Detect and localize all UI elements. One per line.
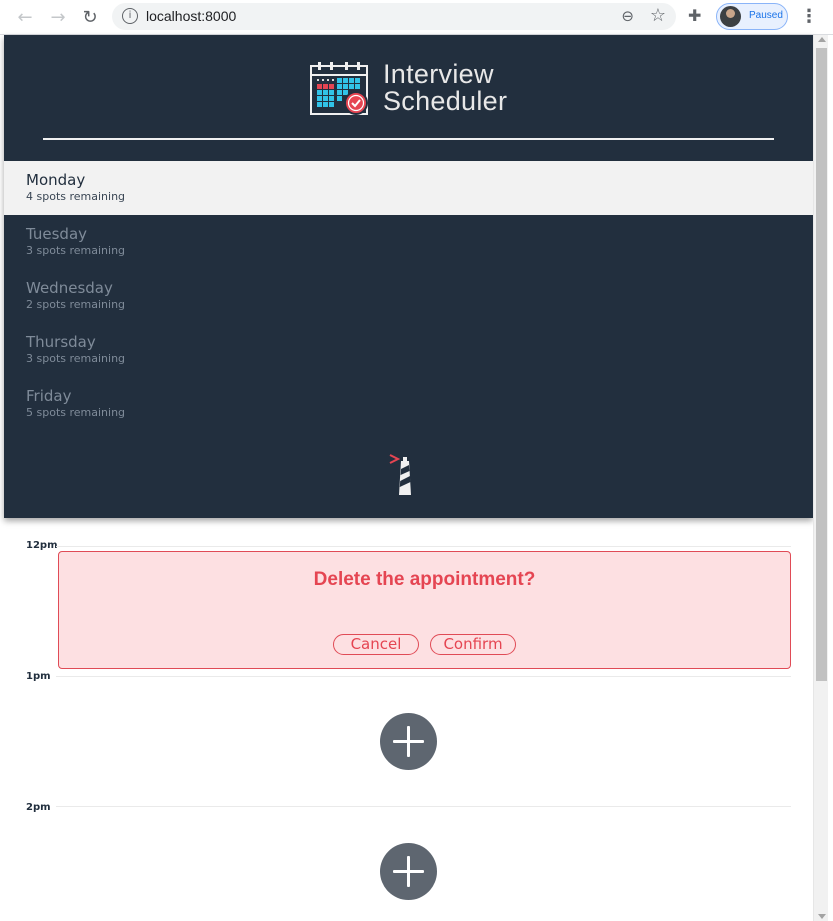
- back-arrow-icon[interactable]: ←: [14, 6, 36, 28]
- slot-separator: [56, 546, 791, 547]
- lighthouse-logo-icon: [389, 454, 411, 495]
- cancel-button[interactable]: Cancel: [333, 634, 419, 655]
- browser-menu-icon[interactable]: ⋮: [800, 6, 818, 27]
- app-page: Interview Scheduler Monday 4 spots remai…: [4, 35, 813, 921]
- reload-icon[interactable]: ↻: [79, 6, 101, 28]
- profile-button[interactable]: Paused: [716, 3, 788, 30]
- app-title-line1: Interview: [383, 59, 494, 89]
- app-title: Interview Scheduler: [383, 61, 507, 115]
- confirm-button[interactable]: Confirm: [430, 634, 516, 655]
- slot-time-1pm: 1pm: [26, 671, 51, 682]
- scroll-thumb[interactable]: [816, 48, 827, 681]
- day-name: Monday: [26, 171, 86, 189]
- bookmark-star-icon[interactable]: ☆: [650, 5, 666, 26]
- day-spots: 5 spots remaining: [26, 406, 126, 419]
- add-appointment-button[interactable]: [380, 843, 437, 900]
- calendar-logo-icon: [310, 62, 368, 115]
- day-spots: 4 spots remaining: [26, 190, 126, 203]
- profile-status: Paused: [749, 10, 783, 21]
- day-item-monday[interactable]: Monday 4 spots remaining: [4, 161, 813, 215]
- scroll-up-arrow-icon[interactable]: [818, 37, 826, 42]
- avatar: [720, 6, 741, 27]
- day-item-friday[interactable]: Friday 5 spots remaining: [4, 377, 813, 431]
- site-info-icon[interactable]: i: [122, 8, 138, 24]
- slot-separator: [56, 806, 791, 807]
- day-spots: 3 spots remaining: [26, 352, 126, 365]
- address-bar[interactable]: i localhost:8000 ⊖ ☆: [112, 3, 676, 30]
- sidebar: Interview Scheduler Monday 4 spots remai…: [4, 35, 813, 518]
- delete-confirm-dialog: Delete the appointment? Cancel Confirm: [58, 551, 791, 669]
- slot-separator: [56, 676, 791, 677]
- day-name: Friday: [26, 387, 72, 405]
- day-name: Wednesday: [26, 279, 113, 297]
- extensions-puzzle-icon[interactable]: ✚: [688, 6, 701, 25]
- zoom-icon[interactable]: ⊖: [621, 7, 634, 25]
- day-item-thursday[interactable]: Thursday 3 spots remaining: [4, 323, 813, 377]
- url-text: localhost:8000: [146, 8, 237, 24]
- scroll-down-arrow-icon[interactable]: [818, 914, 826, 919]
- day-name: Tuesday: [26, 225, 88, 243]
- slot-time-12pm: 12pm: [26, 540, 58, 551]
- day-item-wednesday[interactable]: Wednesday 2 spots remaining: [4, 269, 813, 323]
- browser-toolbar: ← → ↻ i localhost:8000 ⊖ ☆ ✚ Paused ⋮: [0, 0, 833, 35]
- day-spots: 3 spots remaining: [26, 244, 126, 257]
- forward-arrow-icon[interactable]: →: [47, 6, 69, 28]
- day-list: Monday 4 spots remaining Tuesday 3 spots…: [4, 161, 813, 431]
- confirm-message: Delete the appointment?: [313, 569, 536, 590]
- sidebar-divider: [43, 138, 774, 140]
- slot-time-2pm: 2pm: [26, 802, 51, 813]
- day-item-tuesday[interactable]: Tuesday 3 spots remaining: [4, 215, 813, 269]
- app-title-line2: Scheduler: [383, 86, 508, 116]
- page-scrollbar[interactable]: [813, 35, 828, 921]
- day-name: Thursday: [26, 333, 96, 351]
- day-spots: 2 spots remaining: [26, 298, 126, 311]
- add-appointment-button[interactable]: [380, 713, 437, 770]
